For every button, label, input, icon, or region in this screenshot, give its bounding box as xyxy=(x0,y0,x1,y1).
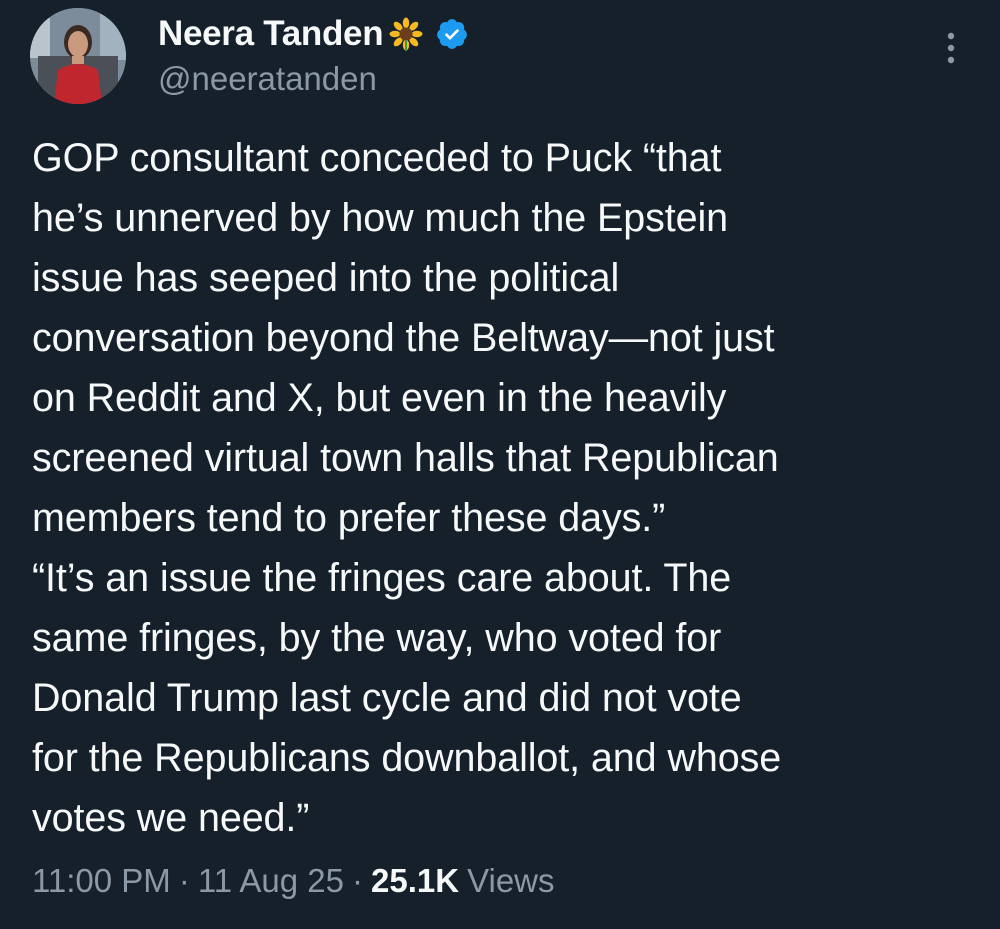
tweet-text-line: votes we need.” xyxy=(32,796,310,840)
more-vertical-icon[interactable] xyxy=(937,28,965,68)
tweet-time[interactable]: 11:00 PM xyxy=(32,862,171,900)
author-display-name[interactable]: Neera Tanden xyxy=(158,14,384,54)
views-count[interactable]: 25.1K xyxy=(371,862,459,900)
sunflower-icon xyxy=(389,17,423,51)
author-handle[interactable]: @neeratanden xyxy=(158,60,377,98)
tweet-text-line: for the Republicans downballot, and whos… xyxy=(32,736,782,780)
meta-separator: · xyxy=(352,862,364,899)
views-label[interactable]: Views xyxy=(467,862,554,900)
tweet-text-line: on Reddit and X, but even in the heavily xyxy=(32,376,727,420)
avatar-image xyxy=(30,8,126,104)
tweet-card: Neera Tanden @neeratanden GOP consultant… xyxy=(0,0,1000,929)
tweet-text-line: screened virtual town halls that Republi… xyxy=(32,436,779,480)
tweet-text-line: same fringes, by the way, who voted for xyxy=(32,616,722,660)
tweet-text-line: GOP consultant conceded to Puck “that xyxy=(32,136,722,180)
tweet-text-line: members tend to prefer these days.” xyxy=(32,496,666,540)
tweet-meta: 11:00 PM · 11 Aug 25 · 25.1K Views xyxy=(32,862,555,900)
tweet-text: GOP consultant conceded to Puck “that he… xyxy=(32,128,972,848)
avatar[interactable] xyxy=(30,8,126,104)
tweet-date[interactable]: 11 Aug 25 xyxy=(198,862,344,900)
tweet-text-line: issue has seeped into the political xyxy=(32,256,620,300)
tweet-text-line: conversation beyond the Beltway—not just xyxy=(32,316,775,360)
verified-badge-icon xyxy=(437,19,468,49)
author-name-row: Neera Tanden xyxy=(158,10,469,58)
tweet-text-line: Donald Trump last cycle and did not vote xyxy=(32,676,742,720)
tweet-text-line: he’s unnerved by how much the Epstein xyxy=(32,196,729,240)
tweet-text-line: “It’s an issue the fringes care about. T… xyxy=(32,556,732,600)
meta-separator: · xyxy=(178,862,190,899)
